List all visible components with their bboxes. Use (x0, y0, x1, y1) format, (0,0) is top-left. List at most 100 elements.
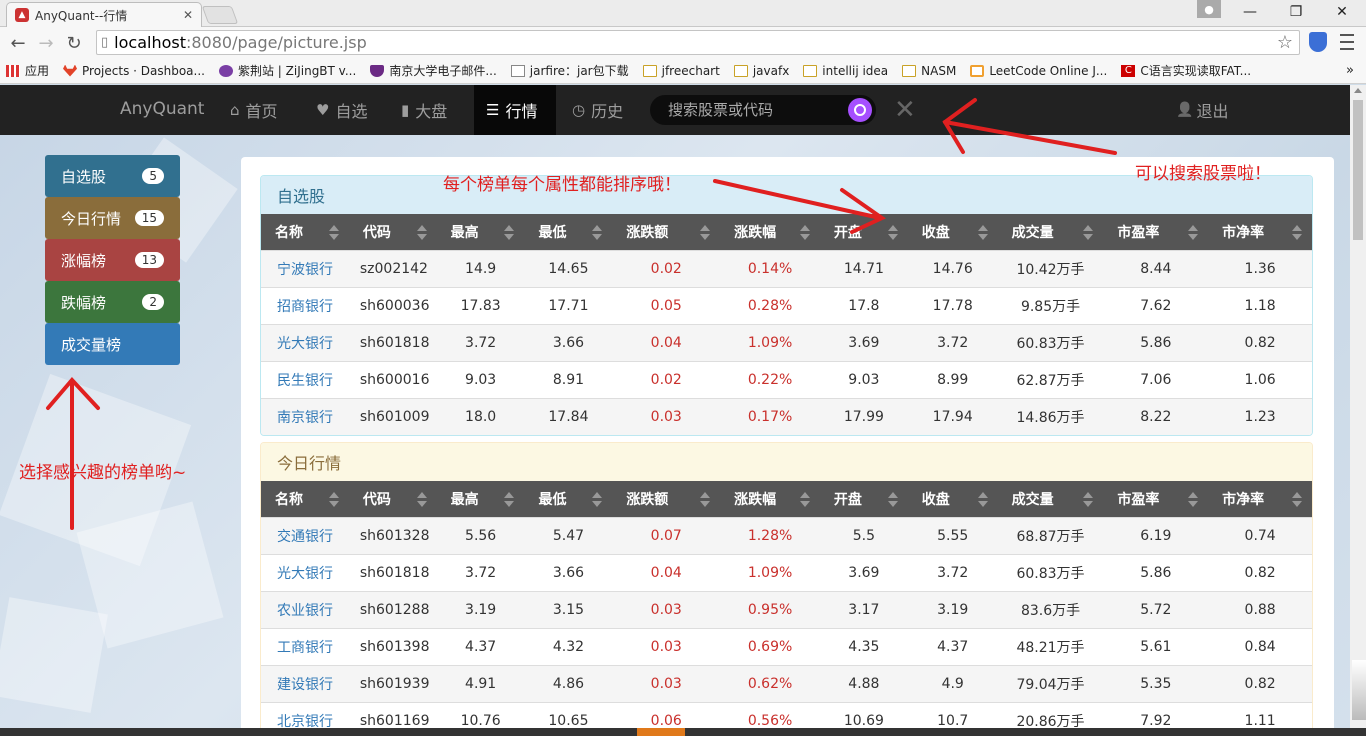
sort-icon[interactable] (416, 223, 427, 241)
bookmark-folder-jfreechart[interactable]: jfreechart (642, 64, 720, 78)
column-header[interactable]: 开盘 (820, 214, 908, 250)
column-header[interactable]: 最高 (437, 481, 525, 517)
new-tab-button[interactable] (201, 6, 239, 24)
bookmarks-more-button[interactable]: » (1346, 63, 1354, 78)
stock-name-link[interactable]: 光大银行 (261, 325, 349, 361)
stock-name-link[interactable]: 宁波银行 (261, 251, 349, 287)
column-header[interactable]: 开盘 (820, 481, 908, 517)
table-row[interactable]: 建设银行 sh601939 4.91 4.86 0.03 0.62% 4.88 4.9 79.0… (261, 665, 1312, 702)
column-header[interactable]: 最高 (437, 214, 525, 250)
bookmark-folder-intellij[interactable]: intellij idea (803, 64, 888, 78)
nav-item-market[interactable]: ▮ 大盘 (389, 85, 459, 135)
browser-menu-icon[interactable] (1338, 32, 1356, 52)
brand-logo[interactable]: AnyQuant (120, 99, 204, 119)
column-header[interactable]: 市净率 (1208, 481, 1312, 517)
sort-icon[interactable] (799, 490, 810, 508)
extension-shield-icon[interactable] (1309, 32, 1327, 52)
table-row[interactable]: 民生银行 sh600016 9.03 8.91 0.02 0.22% 9.03 8.99 62.… (261, 361, 1312, 398)
table-row[interactable]: 交通银行 sh601328 5.56 5.47 0.07 1.28% 5.5 5.55 68.8… (261, 517, 1312, 554)
column-header[interactable]: 涨跌幅 (720, 214, 820, 250)
column-header[interactable]: 市盈率 (1103, 214, 1208, 250)
sort-icon[interactable] (799, 223, 810, 241)
sort-icon[interactable] (504, 223, 515, 241)
sort-icon[interactable] (1083, 223, 1094, 241)
table-row[interactable]: 宁波银行 sz002142 14.9 14.65 0.02 0.14% 14.71 14.76… (261, 250, 1312, 287)
column-header[interactable]: 最低 (524, 481, 612, 517)
back-icon[interactable]: ← (6, 31, 30, 55)
close-window-button[interactable]: ✕ (1322, 2, 1362, 22)
stock-name-link[interactable]: 建设银行 (261, 666, 349, 702)
column-header[interactable]: 代码 (349, 481, 437, 517)
scroll-up-icon[interactable] (1354, 88, 1362, 93)
sort-icon[interactable] (1291, 490, 1302, 508)
bookmark-jarfire[interactable]: jarfire：jar包下载 (510, 62, 629, 79)
sidebar-item-today[interactable]: 今日行情 15 (45, 197, 180, 239)
column-header[interactable]: 收盘 (908, 214, 998, 250)
column-header[interactable]: 代码 (349, 214, 437, 250)
stock-name-link[interactable]: 南京银行 (261, 399, 349, 435)
search-input[interactable] (668, 101, 838, 119)
column-header[interactable]: 市盈率 (1103, 481, 1208, 517)
page-scrollbar[interactable] (1350, 85, 1366, 736)
sort-icon[interactable] (977, 223, 988, 241)
bookmark-zijing[interactable]: 紫荆站 | ZiJingBT v... (218, 62, 356, 79)
stock-name-link[interactable]: 光大银行 (261, 555, 349, 591)
sort-icon[interactable] (592, 490, 603, 508)
table-row[interactable]: 招商银行 sh600036 17.83 17.71 0.05 0.28% 17.8 17.78… (261, 287, 1312, 324)
bookmark-leetcode[interactable]: LeetCode Online J... (970, 64, 1107, 78)
sort-icon[interactable] (416, 490, 427, 508)
column-header[interactable]: 市净率 (1208, 214, 1312, 250)
search-button[interactable] (848, 98, 872, 122)
sort-icon[interactable] (1188, 223, 1199, 241)
bookmark-folder-nasm[interactable]: NASM (902, 64, 956, 78)
stock-name-link[interactable]: 民生银行 (261, 362, 349, 398)
nav-item-watchlist[interactable]: ♥ 自选 (304, 85, 379, 135)
bookmark-nju-mail[interactable]: 南京大学电子邮件... (370, 62, 497, 79)
table-row[interactable]: 光大银行 sh601818 3.72 3.66 0.04 1.09% 3.69 3.72 60.… (261, 554, 1312, 591)
column-header[interactable]: 成交量 (998, 214, 1104, 250)
minimize-button[interactable]: — (1230, 2, 1270, 22)
nav-item-home[interactable]: ⌂ 首页 (218, 85, 290, 135)
table-row[interactable]: 光大银行 sh601818 3.72 3.66 0.04 1.09% 3.69 3.72 60.… (261, 324, 1312, 361)
clear-search-icon[interactable]: ✕ (894, 95, 916, 125)
column-header[interactable]: 名称 (261, 481, 349, 517)
bookmark-star-icon[interactable]: ☆ (1277, 32, 1293, 53)
stock-name-link[interactable]: 交通银行 (261, 518, 349, 554)
sidebar-item-gainers[interactable]: 涨幅榜 13 (45, 239, 180, 281)
sort-icon[interactable] (592, 223, 603, 241)
sort-icon[interactable] (328, 490, 339, 508)
reload-icon[interactable]: ↻ (62, 31, 86, 55)
sidebar-item-volume[interactable]: 成交量榜 (45, 323, 180, 365)
sort-icon[interactable] (700, 223, 711, 241)
bookmark-folder-javafx[interactable]: javafx (733, 64, 789, 78)
table-row[interactable]: 南京银行 sh601009 18.0 17.84 0.03 0.17% 17.99 17.94… (261, 398, 1312, 435)
sort-icon[interactable] (977, 490, 988, 508)
column-header[interactable]: 涨跌额 (612, 481, 720, 517)
sidebar-item-watchlist[interactable]: 自选股 5 (45, 155, 180, 197)
table-row[interactable]: 农业银行 sh601288 3.19 3.15 0.03 0.95% 3.17 3.19 83.… (261, 591, 1312, 628)
sort-icon[interactable] (1291, 223, 1302, 241)
nav-item-quotes[interactable]: ☰ 行情 (474, 85, 556, 135)
bookmark-gitlab[interactable]: Projects · Dashboa... (63, 64, 205, 78)
scrollbar-thumb[interactable] (1353, 100, 1363, 240)
column-header[interactable]: 名称 (261, 214, 349, 250)
logout-button[interactable]: 👤 退出 (1176, 85, 1228, 135)
sort-icon[interactable] (1083, 490, 1094, 508)
sort-icon[interactable] (887, 223, 898, 241)
sort-icon[interactable] (700, 490, 711, 508)
nav-item-history[interactable]: ◷ 历史 (560, 85, 635, 135)
url-bar[interactable]: ▯ localhost:8080/page/picture.jsp ☆ (96, 30, 1300, 55)
sort-icon[interactable] (887, 490, 898, 508)
stock-name-link[interactable]: 工商银行 (261, 629, 349, 665)
tab-close-icon[interactable]: ✕ (183, 8, 193, 22)
column-header[interactable]: 收盘 (908, 481, 998, 517)
restore-button[interactable]: ❐ (1276, 2, 1316, 22)
sidebar-item-losers[interactable]: 跌幅榜 2 (45, 281, 180, 323)
column-header[interactable]: 涨跌额 (612, 214, 720, 250)
profile-icon[interactable]: ● (1197, 0, 1221, 18)
browser-tab[interactable]: ▲ AnyQuant--行情 ✕ (6, 2, 202, 27)
column-header[interactable]: 涨跌幅 (720, 481, 820, 517)
table-row[interactable]: 工商银行 sh601398 4.37 4.32 0.03 0.69% 4.35 4.37 48.… (261, 628, 1312, 665)
sort-icon[interactable] (328, 223, 339, 241)
bookmark-apps[interactable]: 应用 (6, 62, 49, 79)
